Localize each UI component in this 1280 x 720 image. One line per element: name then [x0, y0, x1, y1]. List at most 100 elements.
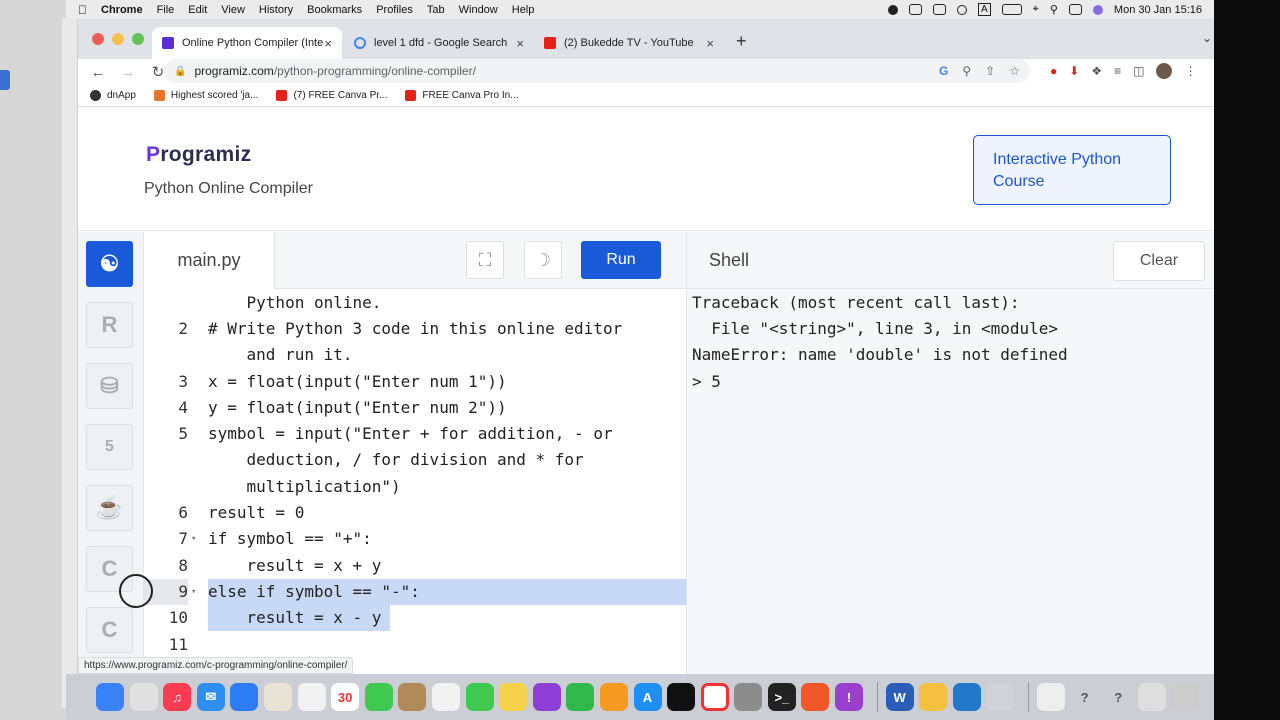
- menu-history[interactable]: History: [259, 4, 293, 16]
- menu-profiles[interactable]: Profiles: [376, 4, 413, 16]
- play-icon[interactable]: [956, 4, 967, 15]
- tab-google-search[interactable]: level 1 dfd - Google Search ×: [344, 27, 534, 59]
- numbers-icon[interactable]: [566, 683, 595, 711]
- html-lang-button[interactable]: 5: [86, 424, 133, 470]
- downloads-stack-icon[interactable]: [1137, 683, 1166, 711]
- display-icon[interactable]: [908, 4, 922, 15]
- bookmark-item[interactable]: FREE Canva Pro In...: [405, 90, 519, 101]
- shell-input-line[interactable]: > 5: [692, 369, 721, 395]
- record-icon[interactable]: [887, 4, 898, 15]
- siri-icon[interactable]: [1092, 4, 1103, 15]
- document-icon[interactable]: [1037, 683, 1066, 711]
- dark-mode-button[interactable]: ☽: [524, 241, 562, 279]
- menu-tab[interactable]: Tab: [427, 4, 445, 16]
- tab-search-chevron-icon[interactable]: ⌄: [1202, 31, 1212, 45]
- screen-app-icon[interactable]: [986, 683, 1015, 711]
- menu-app-name[interactable]: Chrome: [101, 4, 143, 16]
- cast-icon[interactable]: [932, 4, 946, 15]
- address-bar[interactable]: 🔒 programiz.com /python-programming/onli…: [164, 59, 1030, 83]
- tab-programiz[interactable]: Online Python Compiler (Interpr ×: [152, 27, 342, 59]
- menu-help[interactable]: Help: [512, 4, 535, 16]
- run-button[interactable]: Run: [581, 241, 661, 279]
- lock-icon[interactable]: 🔒: [174, 66, 186, 77]
- minimize-window-button[interactable]: [112, 33, 124, 45]
- close-tab-icon[interactable]: ×: [324, 36, 332, 51]
- clear-button[interactable]: Clear: [1113, 241, 1205, 281]
- contacts-icon[interactable]: [398, 683, 427, 711]
- menu-edit[interactable]: Edit: [188, 4, 207, 16]
- menu-file[interactable]: File: [157, 4, 175, 16]
- r-lang-button[interactable]: R: [86, 302, 133, 348]
- download-extension-icon[interactable]: ⬇: [1069, 64, 1079, 78]
- apple-menu-icon[interactable]: : [78, 3, 87, 17]
- battery-icon[interactable]: [1001, 4, 1022, 15]
- close-window-button[interactable]: [92, 33, 104, 45]
- reminders-icon[interactable]: [431, 683, 460, 711]
- vscode-icon[interactable]: [952, 683, 981, 711]
- wifi-icon[interactable]: ⌖: [1033, 3, 1039, 16]
- puzzle-icon[interactable]: ❖: [1091, 64, 1102, 78]
- bookmark-item[interactable]: dnApp: [90, 90, 136, 101]
- code-editor[interactable]: Python online. 2 # Write Python 3 code i…: [144, 289, 686, 674]
- forward-icon[interactable]: →: [118, 64, 138, 81]
- input-source-icon[interactable]: A: [977, 3, 991, 16]
- share-icon[interactable]: ⇧: [985, 64, 995, 78]
- google-lens-icon[interactable]: G: [939, 64, 948, 78]
- record-extension-icon[interactable]: ●: [1050, 64, 1057, 78]
- launchpad-icon[interactable]: [129, 683, 158, 711]
- photos-icon[interactable]: [297, 683, 326, 711]
- fold-arrow-icon[interactable]: ▾: [191, 579, 196, 605]
- bookmark-item[interactable]: Highest scored 'ja...: [153, 90, 258, 101]
- unknown-app-icon[interactable]: ?: [1104, 683, 1132, 711]
- zoom-icon[interactable]: ⚲: [962, 64, 971, 78]
- interactive-course-button[interactable]: Interactive Python Course: [973, 135, 1171, 205]
- programiz-logo[interactable]: Programiz: [146, 143, 251, 167]
- menubar-clock[interactable]: Mon 30 Jan 15:16: [1114, 4, 1202, 16]
- terminal-icon[interactable]: >_: [767, 683, 796, 711]
- system-preferences-icon[interactable]: [734, 683, 763, 711]
- bookmark-item[interactable]: (7) FREE Canva Pr...: [276, 90, 387, 101]
- brave-icon[interactable]: [801, 683, 830, 711]
- safari-icon[interactable]: [230, 683, 259, 711]
- fullscreen-button[interactable]: ⛶: [466, 241, 504, 279]
- notes-icon[interactable]: [499, 683, 528, 711]
- search-icon[interactable]: ⚲: [1050, 3, 1058, 16]
- feedback-icon[interactable]: !: [835, 683, 864, 711]
- music-icon[interactable]: ♫: [163, 683, 192, 711]
- close-tab-icon[interactable]: ×: [516, 36, 524, 51]
- profile-avatar[interactable]: [1156, 63, 1173, 79]
- python-lang-button[interactable]: ☯: [86, 241, 133, 287]
- chrome-icon[interactable]: [700, 683, 729, 711]
- fold-arrow-icon[interactable]: ▾: [191, 526, 196, 552]
- podcasts-icon[interactable]: [532, 683, 561, 711]
- bookmark-star-icon[interactable]: ☆: [1009, 64, 1020, 78]
- menu-bookmarks[interactable]: Bookmarks: [307, 4, 362, 16]
- trash-icon[interactable]: [1171, 683, 1200, 711]
- zoom-window-button[interactable]: [132, 33, 144, 45]
- apple-tv-icon[interactable]: [667, 683, 696, 711]
- back-icon[interactable]: ←: [88, 64, 108, 81]
- facetime-icon[interactable]: [465, 683, 494, 711]
- menu-window[interactable]: Window: [459, 4, 498, 16]
- finder-icon[interactable]: [96, 683, 124, 711]
- menu-view[interactable]: View: [221, 4, 245, 16]
- java-lang-button[interactable]: ☕: [86, 485, 133, 531]
- tab-youtube[interactable]: (2) Bukedde TV - YouTube ×: [534, 27, 724, 59]
- reading-list-icon[interactable]: ≡: [1114, 64, 1121, 78]
- app-store-icon[interactable]: A: [633, 683, 662, 711]
- word-icon[interactable]: W: [885, 683, 914, 711]
- fruit-app-icon[interactable]: [919, 683, 948, 711]
- control-center-icon[interactable]: [1068, 4, 1082, 15]
- sql-lang-button[interactable]: ⛁: [86, 363, 133, 409]
- mail-icon[interactable]: ✉: [196, 683, 225, 711]
- unknown-app-icon[interactable]: ?: [1071, 683, 1099, 711]
- pages-icon[interactable]: [599, 683, 628, 711]
- messages-icon[interactable]: [364, 683, 393, 711]
- side-panel-icon[interactable]: ◫: [1133, 64, 1144, 78]
- chrome-menu-icon[interactable]: ⋮: [1184, 64, 1196, 78]
- close-tab-icon[interactable]: ×: [706, 36, 714, 51]
- maps-icon[interactable]: [263, 683, 292, 711]
- new-tab-icon[interactable]: +: [736, 31, 747, 52]
- shell-output[interactable]: Traceback (most recent call last): File …: [686, 289, 1214, 674]
- file-tab-main[interactable]: main.py: [144, 232, 275, 289]
